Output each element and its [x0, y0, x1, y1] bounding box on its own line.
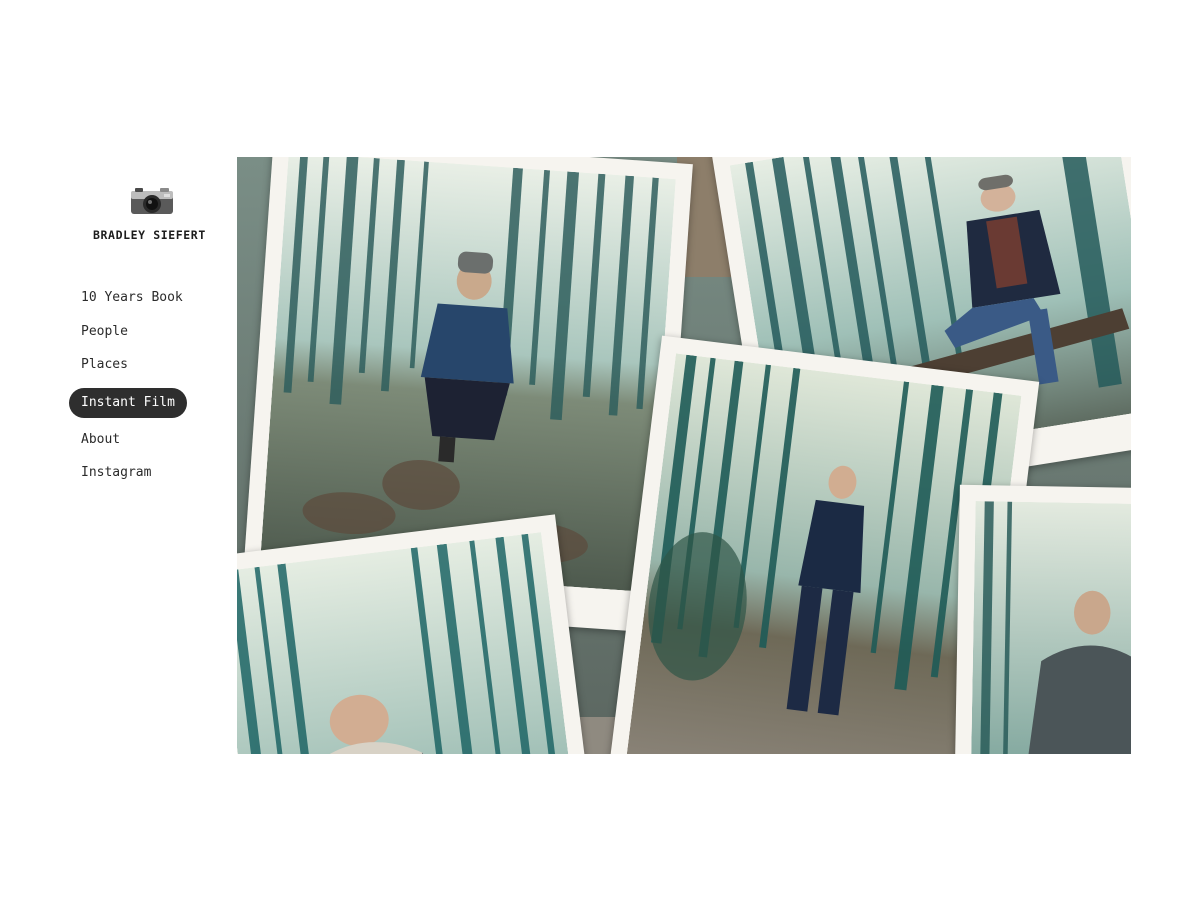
camera-icon	[131, 188, 173, 214]
nav-item-instagram: Instagram	[69, 458, 195, 492]
site-title[interactable]: BRADLEY SIEFERT	[93, 228, 206, 242]
nav-link-about[interactable]: About	[69, 425, 132, 455]
main-nav: 10 Years Book People Places Instant Film…	[69, 283, 195, 492]
polaroid-photo-4[interactable]	[237, 514, 597, 754]
sidebar: BRADLEY SIEFERT 10 Years Book People Pla…	[0, 0, 236, 900]
nav-item-instant-film: Instant Film	[69, 387, 195, 425]
nav-link-instant-film[interactable]: Instant Film	[69, 387, 187, 418]
nav-item-about: About	[69, 425, 195, 459]
nav-item-10-years-book: 10 Years Book	[69, 283, 195, 317]
nav-link-10-years-book[interactable]: 10 Years Book	[69, 283, 195, 313]
polaroid-photo-5[interactable]	[954, 484, 1131, 754]
instant-film-gallery[interactable]	[237, 157, 1131, 754]
nav-link-instagram[interactable]: Instagram	[69, 458, 163, 488]
photo-man-in-grey-jacket	[970, 501, 1131, 754]
nav-link-places[interactable]: Places	[69, 350, 140, 380]
nav-item-people: People	[69, 317, 195, 351]
photo-man-in-parka	[237, 532, 576, 754]
nav-link-people[interactable]: People	[69, 317, 140, 347]
nav-item-places: Places	[69, 350, 195, 384]
